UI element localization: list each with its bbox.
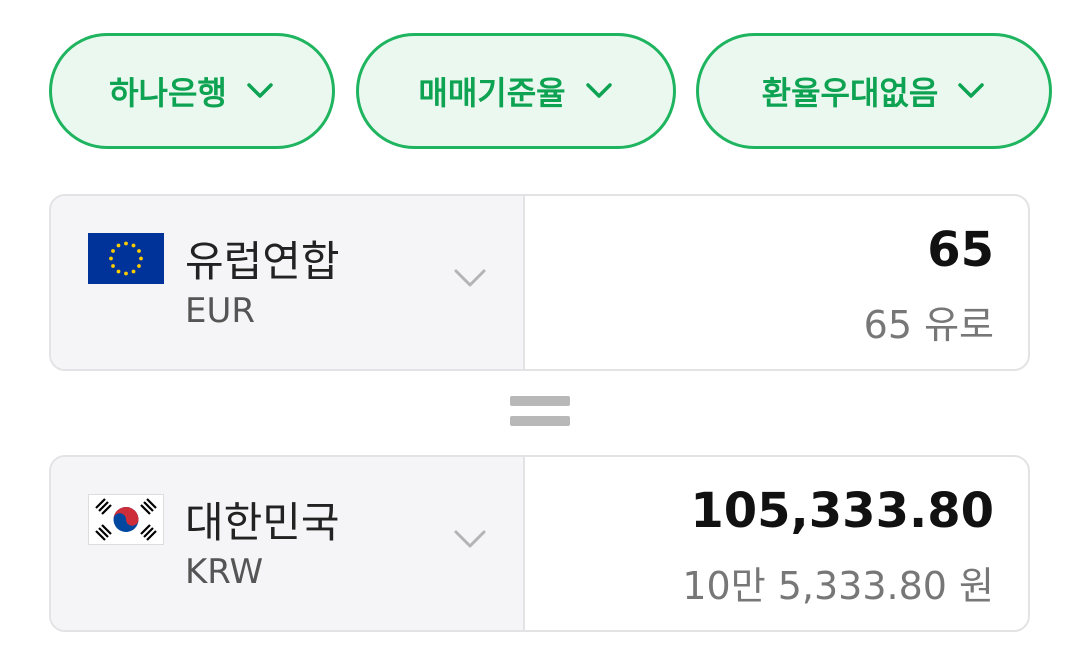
preferential-rate-filter-chip[interactable]: 환율우대없음 <box>696 33 1052 149</box>
to-currency-selector[interactable]: 대한민국 KRW <box>51 457 525 630</box>
eu-star <box>139 256 143 261</box>
eu-star <box>116 269 121 274</box>
eu-star <box>111 264 115 268</box>
equals-icon <box>510 396 570 428</box>
to-amount-input[interactable]: 105,333.80 <box>690 483 994 539</box>
eu-star <box>131 269 136 274</box>
bank-filter-chip[interactable]: 하나은행 <box>49 33 335 149</box>
from-amount-in-words: 65 유로 <box>863 303 994 347</box>
chevron-down-icon <box>584 81 614 101</box>
chevron-down-icon <box>453 268 487 294</box>
chevron-down-icon <box>453 529 487 555</box>
rate-type-filter-chip[interactable]: 매매기준율 <box>356 33 676 149</box>
to-country-name: 대한민국 <box>185 498 340 547</box>
eu-star <box>109 256 113 261</box>
from-currency-row: 유럽연합 EUR 65 65 유로 <box>49 194 1030 371</box>
eu-star <box>124 241 128 246</box>
chevron-down-icon <box>245 81 275 101</box>
from-amount-input[interactable]: 65 <box>927 222 994 278</box>
from-country-name: 유럽연합 <box>185 237 340 286</box>
chevron-down-icon <box>956 81 986 101</box>
eu-star <box>111 249 115 253</box>
rate-type-filter-label: 매매기준율 <box>418 74 566 112</box>
bank-filter-label: 하나은행 <box>109 74 227 112</box>
eu-star <box>131 243 136 248</box>
eu-star <box>116 243 121 248</box>
to-currency-code: KRW <box>185 552 264 592</box>
preferential-rate-filter-label: 환율우대없음 <box>761 74 939 112</box>
from-currency-code: EUR <box>185 291 255 331</box>
from-currency-selector[interactable]: 유럽연합 EUR <box>51 196 525 369</box>
korea-flag-icon <box>88 494 164 545</box>
eu-star <box>137 249 141 253</box>
to-amount-in-words: 10만 5,333.80 원 <box>682 564 994 608</box>
eu-flag-icon <box>88 233 164 284</box>
to-currency-row: 대한민국 KRW 105,333.80 10만 5,333.80 원 <box>49 455 1030 632</box>
eu-star <box>137 264 141 268</box>
eu-star <box>124 271 128 276</box>
